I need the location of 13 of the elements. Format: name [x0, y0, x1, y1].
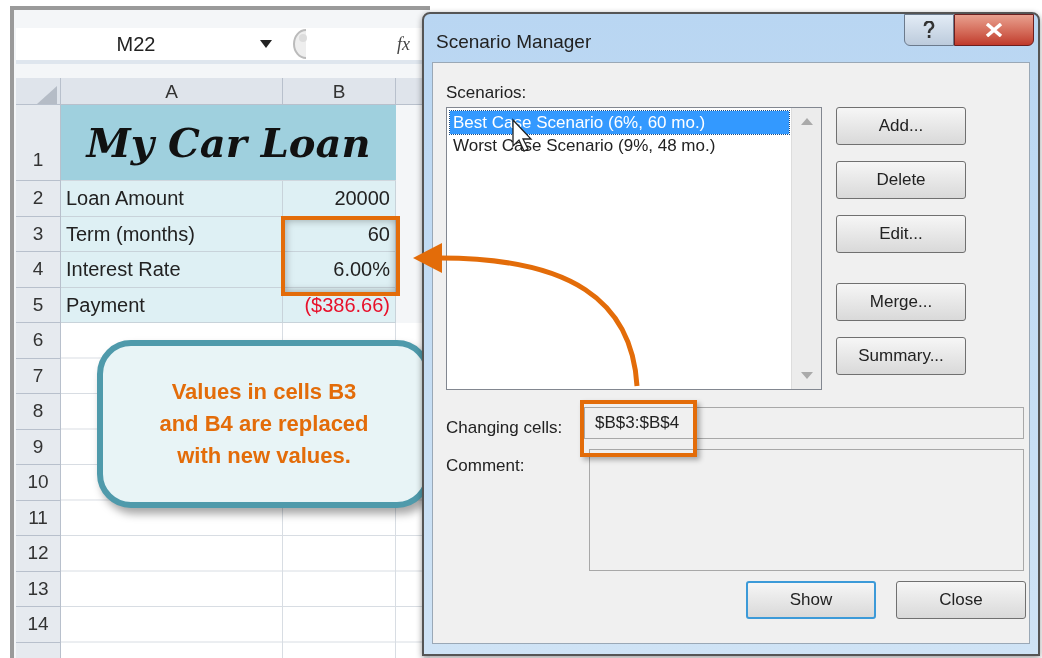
window-title: Scenario Manager	[436, 30, 592, 54]
changing-cells-label: Changing cells:	[446, 417, 563, 439]
table-cell: 20000	[283, 181, 396, 217]
callout-text: Values in cells B3 and B4 are replaced with new values.	[158, 378, 370, 470]
scenarios-label: Scenarios:	[446, 82, 527, 104]
table-cell: Loan Amount	[61, 181, 283, 217]
changing-cells-value: $B$3:$B$4	[595, 412, 680, 435]
table-cell: Payment	[61, 287, 283, 323]
table-cell: Interest Rate	[61, 252, 283, 288]
comment-label: Comment:	[446, 455, 525, 477]
table-cell: 6.00%	[283, 252, 396, 288]
title-cell: My Car Loan	[61, 105, 396, 181]
table-cell: Term (months)	[61, 216, 283, 252]
